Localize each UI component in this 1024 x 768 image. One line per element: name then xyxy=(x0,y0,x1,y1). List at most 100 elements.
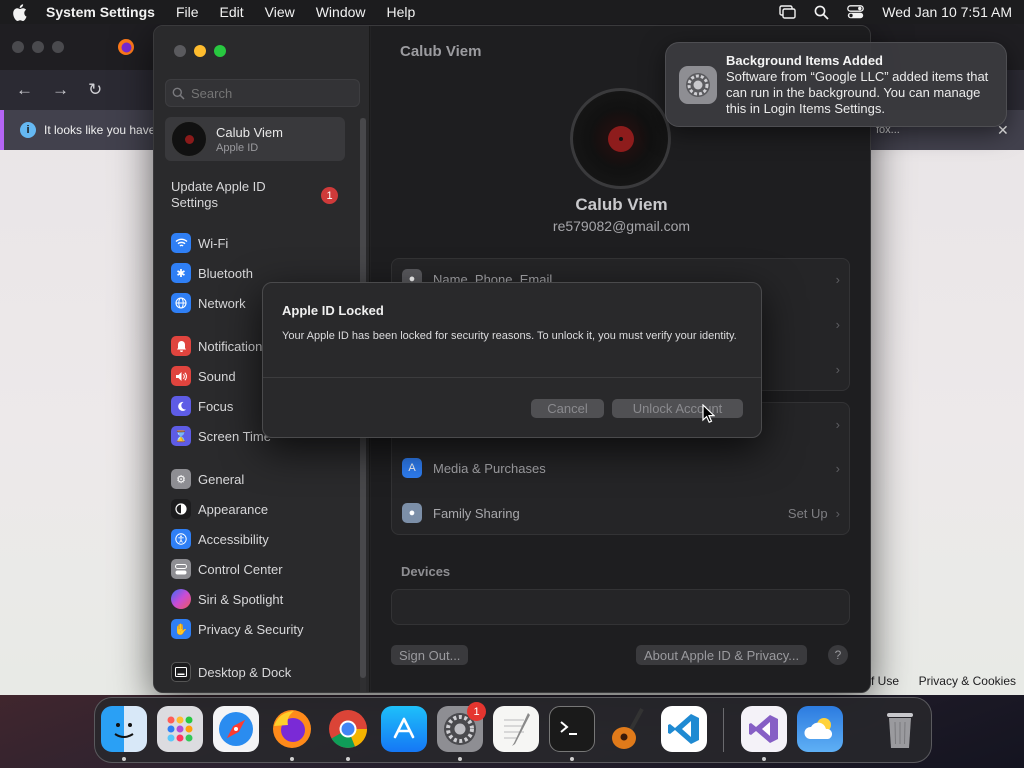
control-center-icon[interactable] xyxy=(847,5,865,19)
profile-name: Calub Viem xyxy=(575,195,668,214)
screen-mirroring-icon[interactable] xyxy=(779,5,796,19)
zoom-window-icon[interactable] xyxy=(52,41,64,53)
traffic-lights xyxy=(174,45,226,57)
siri-icon xyxy=(171,589,191,609)
launchpad-icon[interactable] xyxy=(157,706,203,752)
sidebar-item-focus[interactable]: Focus xyxy=(171,395,233,417)
chevron-right-icon: › xyxy=(835,316,840,332)
control-center-icon xyxy=(171,559,191,579)
hand-icon: ✋ xyxy=(171,619,191,639)
row-value: Set Up xyxy=(787,505,828,521)
sidebar-item-notifications[interactable]: Notifications xyxy=(171,335,269,357)
forward-arrow-icon[interactable]: → xyxy=(52,80,69,100)
appearance-icon xyxy=(171,499,191,519)
background-items-notification[interactable]: Background Items Added Software from “Go… xyxy=(665,42,1007,127)
speaker-icon xyxy=(171,366,191,386)
menu-clock[interactable]: Wed Jan 10 7:51 AM xyxy=(882,4,1012,20)
apple-icon[interactable] xyxy=(12,3,30,21)
dialog-message: Your Apple ID has been locked for securi… xyxy=(282,330,737,342)
family-icon: ● xyxy=(402,503,422,523)
menu-view[interactable]: View xyxy=(265,4,295,20)
menu-window[interactable]: Window xyxy=(316,4,366,20)
sidebar-item-network[interactable]: Network xyxy=(171,292,246,314)
sidebar-item-label: Privacy & Security xyxy=(198,621,304,637)
trash-icon[interactable] xyxy=(877,706,923,752)
sidebar-item-appearance[interactable]: Appearance xyxy=(171,498,268,520)
cancel-button[interactable]: Cancel xyxy=(531,399,604,418)
chrome-icon[interactable] xyxy=(325,706,371,752)
finder-icon[interactable] xyxy=(101,706,147,752)
sidebar-item-label: Desktop & Dock xyxy=(198,664,292,680)
sidebar-item-label: Focus xyxy=(198,398,234,414)
spotlight-search-icon[interactable] xyxy=(814,5,829,20)
sidebar-item-screen-time[interactable]: ⌛ Screen Time xyxy=(171,425,271,447)
update-badge: 1 xyxy=(321,187,338,204)
sidebar-item-desktop-dock[interactable]: Desktop & Dock xyxy=(171,661,291,683)
terminal-icon[interactable] xyxy=(549,706,595,752)
sidebar-apple-id-account[interactable]: Calub Viem Apple ID xyxy=(165,117,345,161)
app-store-icon: A xyxy=(402,458,422,478)
sidebar-item-general[interactable]: ⚙ General xyxy=(171,468,244,490)
sidebar-item-update-apple-id[interactable]: Update Apple ID Settings xyxy=(171,179,281,211)
sidebar-search[interactable] xyxy=(165,79,360,107)
row-family-sharing[interactable]: ● Family Sharing Set Up › xyxy=(402,502,840,524)
textedit-icon[interactable] xyxy=(493,706,539,752)
zoom-window-icon[interactable] xyxy=(214,45,226,57)
settings-badge: 1 xyxy=(467,702,486,721)
sidebar-item-label: Wi-Fi xyxy=(198,235,229,251)
minimize-window-icon[interactable] xyxy=(194,45,206,57)
close-window-icon[interactable] xyxy=(12,41,24,53)
wifi-icon xyxy=(171,233,191,253)
globe-icon xyxy=(171,293,191,313)
sidebar-item-siri-spotlight[interactable]: Siri & Spotlight xyxy=(171,588,283,610)
sidebar-item-control-center[interactable]: Control Center xyxy=(171,558,283,580)
account-name: Calub Viem xyxy=(216,124,283,140)
sidebar-item-label: Screen Time xyxy=(198,428,271,444)
hourglass-icon: ⌛ xyxy=(171,426,191,446)
browser-footer-links: of Use Privacy & Cookies xyxy=(864,674,1016,688)
safari-icon[interactable] xyxy=(213,706,259,752)
menu-edit[interactable]: Edit xyxy=(220,4,244,20)
sidebar-item-wifi[interactable]: Wi-Fi xyxy=(171,232,228,254)
app-store-icon[interactable] xyxy=(381,706,427,752)
sidebar-item-label: Control Center xyxy=(198,561,283,577)
row-label: Media & Purchases xyxy=(433,460,546,476)
firefox-tab-icon[interactable] xyxy=(117,38,135,59)
sign-out-button[interactable]: Sign Out... xyxy=(391,645,469,665)
menu-app-name[interactable]: System Settings xyxy=(46,4,155,20)
close-window-icon[interactable] xyxy=(174,45,186,57)
page-title: Calub Viem xyxy=(400,43,482,60)
privacy-cookies-link[interactable]: Privacy & Cookies xyxy=(919,674,1016,688)
chevron-right-icon: › xyxy=(835,416,840,432)
chevron-right-icon: › xyxy=(835,505,840,521)
help-button[interactable]: ? xyxy=(828,645,848,665)
weather-icon[interactable] xyxy=(797,706,843,752)
profile-avatar[interactable] xyxy=(570,88,671,189)
search-input[interactable] xyxy=(191,85,351,101)
firefox-icon[interactable] xyxy=(269,706,315,752)
back-arrow-icon[interactable]: ← xyxy=(16,80,33,100)
visual-studio-icon[interactable] xyxy=(741,706,787,752)
sidebar-item-bluetooth[interactable]: ✱ Bluetooth xyxy=(171,262,253,284)
about-apple-id-privacy-button[interactable]: About Apple ID & Privacy... xyxy=(636,645,808,665)
sidebar-item-label: Sound xyxy=(198,368,236,384)
accessibility-icon xyxy=(171,529,191,549)
sidebar-item-label: Appearance xyxy=(198,501,269,517)
avatar xyxy=(171,121,207,157)
sidebar-item-label: Siri & Spotlight xyxy=(198,591,284,607)
reload-icon[interactable]: ↻ xyxy=(88,80,102,100)
minimize-window-icon[interactable] xyxy=(32,41,44,53)
menu-help[interactable]: Help xyxy=(387,4,416,20)
bluetooth-icon: ✱ xyxy=(171,263,191,283)
menu-file[interactable]: File xyxy=(176,4,199,20)
garageband-icon[interactable] xyxy=(605,706,651,752)
dialog-title: Apple ID Locked xyxy=(282,303,384,318)
sidebar-item-accessibility[interactable]: Accessibility xyxy=(171,528,269,550)
row-media-purchases[interactable]: A Media & Purchases › xyxy=(402,457,840,479)
sidebar-item-privacy-security[interactable]: ✋ Privacy & Security xyxy=(171,618,303,640)
vscode-icon[interactable] xyxy=(661,706,707,752)
devices-heading: Devices xyxy=(401,564,451,579)
sidebar-item-sound[interactable]: Sound xyxy=(171,365,236,387)
unlock-account-button[interactable]: Unlock Account xyxy=(612,399,743,418)
dock-icon xyxy=(171,662,191,682)
